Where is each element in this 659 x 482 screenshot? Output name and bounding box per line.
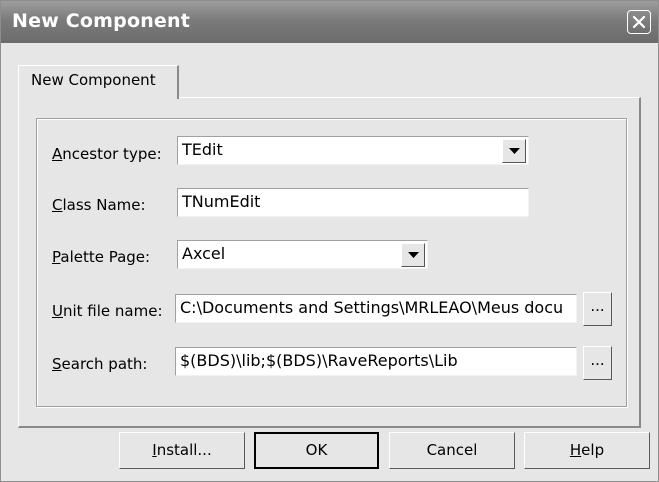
chevron-down-icon [408, 252, 419, 258]
tab-label: New Component [31, 71, 156, 89]
tab-new-component[interactable]: New Component [18, 65, 179, 99]
palette-page-value: Axcel [182, 244, 226, 263]
search-path-label: Search path: [52, 355, 148, 373]
title-bar[interactable]: New Component [1, 1, 658, 43]
ancestor-type-label: Ancestor type: [52, 145, 162, 163]
ancestor-type-select[interactable]: TEdit [177, 136, 529, 165]
unit-file-name-value: C:\Documents and Settings\MRLEAO\Meus do… [180, 298, 564, 317]
install-button[interactable]: Install... [119, 432, 245, 469]
cancel-button[interactable]: Cancel [389, 432, 515, 469]
palette-page-dropdown-button[interactable] [401, 243, 425, 267]
close-button[interactable] [627, 10, 651, 34]
class-name-label: Class Name: [52, 196, 146, 214]
class-name-value: TNumEdit [182, 192, 261, 211]
class-name-input[interactable]: TNumEdit [177, 188, 529, 217]
ok-button[interactable]: OK [254, 432, 379, 469]
search-path-browse-button[interactable]: ... [583, 346, 612, 380]
new-component-dialog: New Component New Component Ancestor typ… [0, 0, 659, 482]
search-path-input[interactable]: $(BDS)\lib;$(BDS)\RaveReports\Lib [175, 347, 577, 376]
unit-file-name-input[interactable]: C:\Documents and Settings\MRLEAO\Meus do… [175, 294, 577, 323]
ancestor-type-value: TEdit [182, 140, 223, 159]
ancestor-type-dropdown-button[interactable] [502, 139, 526, 163]
window-title: New Component [12, 10, 191, 32]
unit-file-browse-button[interactable]: ... [583, 292, 612, 326]
search-path-value: $(BDS)\lib;$(BDS)\RaveReports\Lib [180, 351, 458, 370]
chevron-down-icon [509, 148, 520, 154]
help-button[interactable]: Help [524, 432, 650, 469]
palette-page-label: Palette Page: [52, 248, 151, 266]
palette-page-select[interactable]: Axcel [177, 240, 428, 269]
close-icon [632, 15, 646, 29]
unit-file-name-label: Unit file name: [52, 302, 163, 320]
